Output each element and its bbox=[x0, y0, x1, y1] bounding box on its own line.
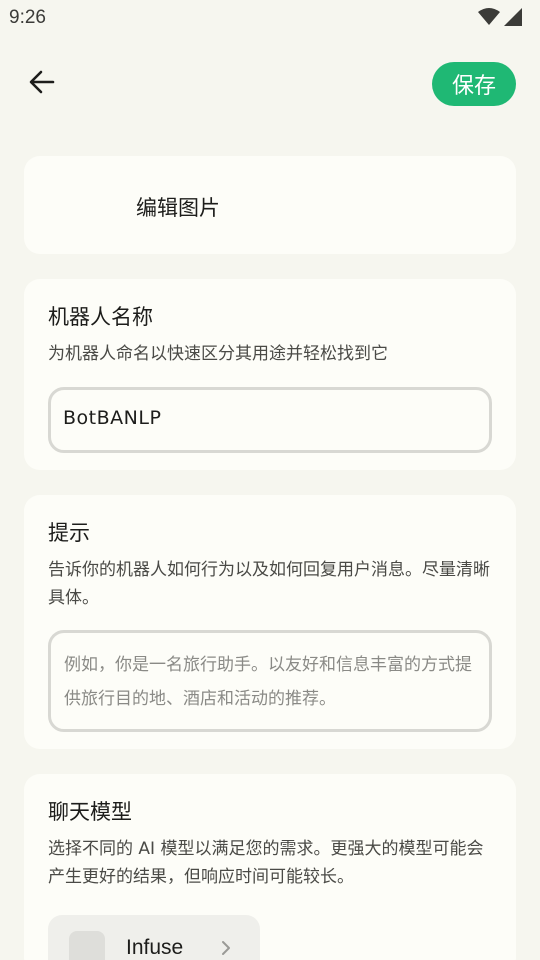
prompt-input[interactable]: 例如，你是一名旅行助手。以友好和信息丰富的方式提供旅行目的地、酒店和活动的推荐。 bbox=[48, 630, 492, 732]
chat-model-description: 选择不同的 AI 模型以满足您的需求。更强大的模型可能会产生更好的结果，但响应时… bbox=[48, 839, 484, 887]
bot-name-title: 机器人名称 bbox=[48, 305, 153, 329]
model-avatar bbox=[69, 931, 105, 960]
bot-name-description: 为机器人命名以快速区分其用途并轻松找到它 bbox=[48, 344, 388, 364]
signal-icon bbox=[504, 8, 522, 26]
status-time: 9:26 bbox=[9, 7, 46, 28]
bot-name-card: 机器人名称 为机器人命名以快速区分其用途并轻松找到它 BotBANLP bbox=[24, 279, 516, 470]
edit-image-card[interactable]: 编辑图片 bbox=[24, 156, 516, 254]
status-icons bbox=[478, 8, 522, 26]
chat-model-title: 聊天模型 bbox=[48, 800, 132, 824]
bot-name-value[interactable]: BotBANLP bbox=[63, 407, 161, 429]
chat-model-card: 聊天模型 选择不同的 AI 模型以满足您的需求。更强大的模型可能会产生更好的结果… bbox=[24, 774, 516, 960]
wifi-icon bbox=[478, 8, 500, 26]
prompt-title: 提示 bbox=[48, 521, 90, 545]
back-button[interactable] bbox=[22, 64, 62, 104]
bot-editor-screen: 9:26 保存 编辑图片 机器人名称 为机器人命名以快速区分其用途并轻松找到它 … bbox=[0, 0, 540, 960]
status-bar: 9:26 bbox=[0, 0, 540, 36]
prompt-placeholder[interactable]: 例如，你是一名旅行助手。以友好和信息丰富的方式提供旅行目的地、酒店和活动的推荐。 bbox=[64, 648, 479, 716]
prompt-card: 提示 告诉你的机器人如何行为以及如何回复用户消息。尽量清晰具体。 例如，你是一名… bbox=[24, 495, 516, 749]
arrow-left-icon bbox=[28, 68, 56, 100]
chevron-right-icon bbox=[220, 939, 232, 960]
model-selector[interactable]: Infuse bbox=[48, 915, 260, 960]
model-name[interactable]: Infuse bbox=[126, 936, 183, 960]
prompt-description: 告诉你的机器人如何行为以及如何回复用户消息。尽量清晰具体。 bbox=[48, 560, 490, 608]
save-button[interactable]: 保存 bbox=[432, 62, 516, 106]
edit-image-label[interactable]: 编辑图片 bbox=[136, 192, 220, 222]
bot-name-input[interactable]: BotBANLP bbox=[48, 387, 492, 453]
